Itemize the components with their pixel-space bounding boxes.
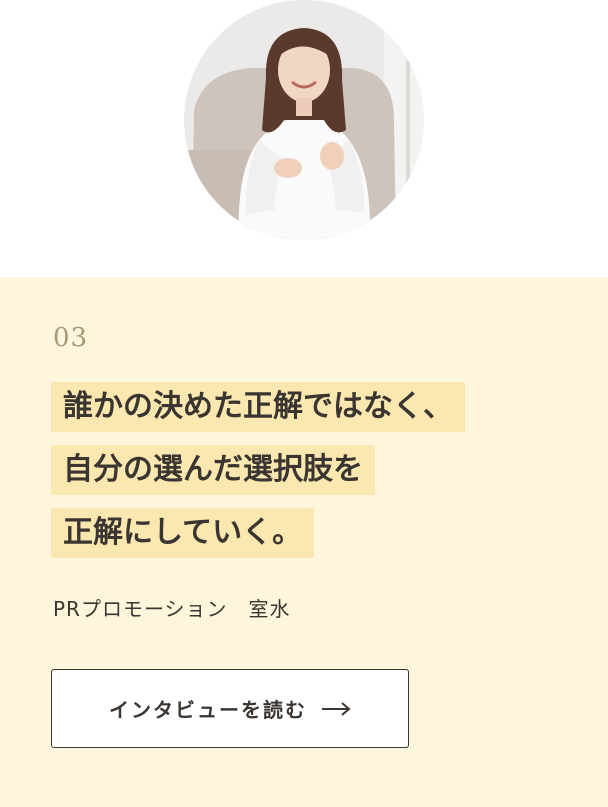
headline: 誰かの決めた正解ではなく、 自分の選んだ選択肢を 正解にしていく。: [51, 382, 465, 571]
portrait-section: [0, 0, 608, 277]
article-card: 03 誰かの決めた正解ではなく、 自分の選んだ選択肢を 正解にしていく。 PRプ…: [0, 277, 608, 807]
headline-line: 自分の選んだ選択肢を: [51, 445, 375, 495]
headline-line: 誰かの決めた正解ではなく、: [51, 382, 465, 432]
headline-line: 正解にしていく。: [51, 508, 315, 558]
article-number: 03: [53, 323, 89, 353]
read-interview-button[interactable]: インタビューを読む: [51, 669, 409, 748]
arrow-right-icon: [321, 701, 351, 716]
person-name: PRプロモーション 室水: [53, 597, 291, 621]
interviewee-photo: [184, 0, 424, 240]
read-interview-label: インタビューを読む: [109, 698, 307, 722]
